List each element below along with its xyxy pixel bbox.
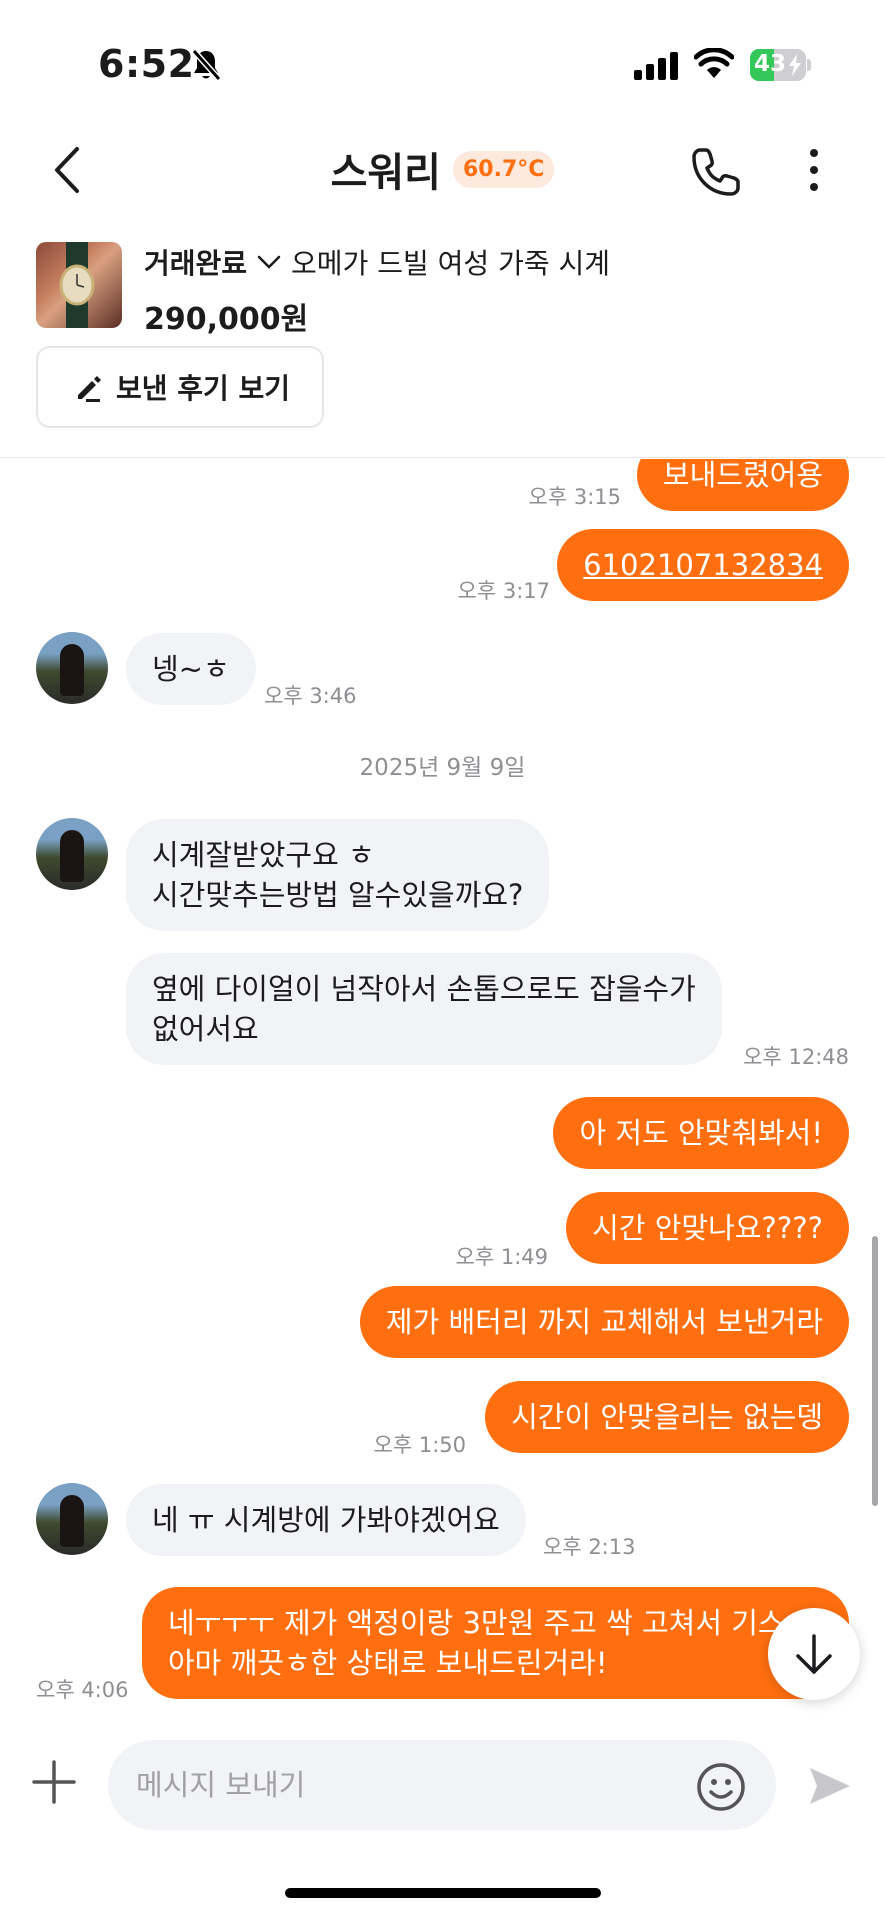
message-time: 오후 1:50 <box>373 1433 466 1457</box>
outgoing-message[interactable]: 시간 안맞나요???? <box>566 1192 849 1264</box>
cellular-signal-icon <box>634 52 678 80</box>
chat-messages[interactable]: 보내드렸어용 오후 3:15 6102107132834 오후 3:17 넹~ㅎ… <box>0 459 885 1724</box>
status-bar: 6:52 43 <box>0 0 885 120</box>
send-icon[interactable] <box>806 1762 854 1810</box>
charging-bolt-icon <box>789 54 801 76</box>
phone-icon <box>692 148 740 196</box>
message-time: 오후 12:48 <box>743 1045 849 1069</box>
outgoing-message[interactable]: 제가 배터리 까지 교체해서 보낸거라 <box>359 1286 849 1358</box>
message-time: 오후 1:49 <box>455 1245 548 1269</box>
message-line: 시계잘받았구요 ㅎ <box>152 838 375 872</box>
message-line: 아마 깨끗ㅎ한 상태로 보내드린거라! <box>168 1646 608 1680</box>
message-line: 옆에 다이얼이 넘작아서 손톱으로도 잡을수가 <box>152 972 696 1006</box>
home-indicator[interactable] <box>285 1888 601 1898</box>
avatar[interactable] <box>36 1483 108 1555</box>
incoming-message[interactable]: 옆에 다이얼이 넘작아서 손톱으로도 잡을수가 없어서요 <box>126 953 722 1065</box>
product-bar[interactable]: 거래완료 오메가 드빌 여성 가죽 시계 290,000원 보낸 후기 보기 <box>0 230 885 458</box>
incoming-message[interactable]: 시계잘받았구요 ㅎ 시간맞추는방법 알수있을까요? <box>126 819 550 931</box>
outgoing-message[interactable]: 네ㅜㅜㅜ 제가 액정이랑 3만원 주고 싹 고쳐서 기스 아마 깨끗ㅎ한 상태로… <box>142 1587 849 1699</box>
message-time: 오후 4:06 <box>36 1678 129 1702</box>
product-name: 오메가 드빌 여성 가죽 시계 <box>291 247 611 280</box>
avatar[interactable] <box>36 818 108 890</box>
message-input[interactable] <box>108 1740 776 1830</box>
call-button[interactable] <box>688 144 744 200</box>
scroll-to-bottom-button[interactable] <box>768 1608 860 1700</box>
product-thumbnail[interactable] <box>36 242 122 328</box>
review-button-label: 보낸 후기 보기 <box>116 372 291 405</box>
bell-slash-icon <box>191 49 222 81</box>
battery-indicator: 43 <box>750 49 811 81</box>
outgoing-message[interactable]: 아 저도 안맞춰봐서! <box>553 1097 849 1169</box>
message-line: 네ㅜㅜㅜ 제가 액정이랑 3만원 주고 싹 고쳐서 기스 <box>168 1606 785 1640</box>
manner-temperature-badge: 60.7°C <box>452 150 555 188</box>
emoji-icon[interactable] <box>696 1762 746 1812</box>
view-sent-review-button[interactable]: 보낸 후기 보기 <box>36 346 325 428</box>
wifi-icon <box>694 48 734 78</box>
plus-icon[interactable] <box>32 1760 76 1804</box>
incoming-message[interactable]: 넹~ㅎ <box>126 633 256 705</box>
outgoing-message[interactable]: 보내드렸어용 <box>636 459 849 511</box>
message-time: 오후 3:15 <box>528 485 621 509</box>
battery-percent: 43 <box>753 51 786 77</box>
arrow-down-icon <box>796 1634 832 1674</box>
chevron-down-icon[interactable] <box>257 254 281 270</box>
pencil-icon <box>78 376 101 402</box>
message-line: 없어서요 <box>152 1012 259 1046</box>
watch-photo-icon <box>59 242 95 328</box>
message-time: 오후 3:46 <box>264 684 357 708</box>
date-separator: 2025년 9월 9일 <box>359 755 526 781</box>
message-line: 시간맞추는방법 알수있을까요? <box>152 878 524 912</box>
outgoing-message-link[interactable]: 6102107132834 <box>557 529 849 601</box>
trade-status[interactable]: 거래완료 <box>144 242 247 282</box>
incoming-message[interactable]: 네 ㅠ 시계방에 가봐야겠어요 <box>126 1484 526 1556</box>
chat-header: 스워리 60.7°C <box>0 120 885 220</box>
message-input-bar <box>0 1724 885 1844</box>
message-time: 오후 3:17 <box>457 579 550 603</box>
chat-partner-name: 스워리 <box>330 150 441 196</box>
message-time: 오후 2:13 <box>543 1535 636 1559</box>
scrollbar[interactable] <box>872 1236 878 1506</box>
avatar[interactable] <box>36 632 108 704</box>
product-price: 290,000원 <box>144 302 309 337</box>
status-time: 6:52 <box>98 42 195 86</box>
outgoing-message[interactable]: 시간이 안맞을리는 없는뎅 <box>485 1381 849 1453</box>
more-options-button[interactable] <box>792 142 836 198</box>
